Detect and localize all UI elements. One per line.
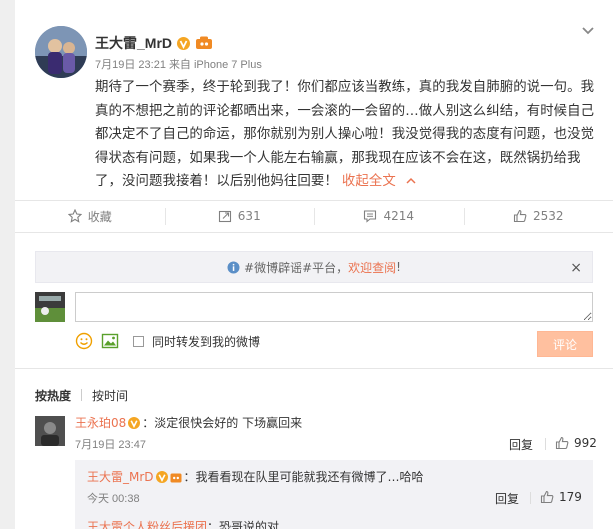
comment-like-button[interactable]: 992 [555, 436, 597, 450]
post-date[interactable]: 7月19日 23:21 [95, 59, 166, 71]
comments-divider [15, 368, 613, 369]
post-meta: 7月19日 23:21 来自 iPhone 7 Plus [95, 56, 265, 72]
notice-suffix: ! [396, 260, 401, 274]
comment-reply-button[interactable]: 回复 [509, 436, 533, 453]
reply-action-divider [530, 492, 531, 504]
collapse-fulltext-link[interactable]: 收起全文 [342, 174, 416, 189]
chevron-down-icon[interactable] [581, 24, 595, 38]
rumor-notice-bar: #微博辟谣#平台， 欢迎查阅! × [35, 251, 593, 283]
verified-v-icon[interactable] [177, 36, 191, 50]
like-button[interactable]: 2532 [463, 201, 613, 231]
avatar[interactable] [35, 26, 87, 78]
repost-icon [218, 210, 231, 223]
post-actions-bar: 收藏 631 4214 2532 [15, 201, 613, 231]
collapse-label[interactable]: 收起全文 [342, 174, 396, 189]
reply-text: ：我看看现在队里可能就我还有微博了…哈哈 [183, 470, 424, 484]
comment-icon [364, 210, 377, 223]
reply-like-button[interactable]: 179 [540, 490, 582, 504]
my-avatar [35, 292, 65, 322]
sort-divider [81, 389, 83, 401]
repost-checkbox[interactable] [133, 335, 144, 347]
reply-time: 今天 00:38 [87, 493, 140, 505]
sort-by-time-tab[interactable]: 按时间 [92, 387, 128, 404]
close-icon[interactable]: × [570, 260, 582, 276]
comment-line: 王永珀08 ：淡定很快会好的 下场赢回来 [75, 414, 302, 431]
weibo-post-card: 王大雷_MrD 7月19日 23:21 来自 iPhone 7 Plus 期待了一个… [15, 0, 613, 529]
repost-button[interactable]: 631 [164, 201, 315, 231]
compose-toolbar: 同时转发到我的微博 [75, 331, 260, 351]
submit-comment-button[interactable]: 评论 [537, 331, 593, 357]
comment-time: 7月19日 23:47 [75, 439, 146, 451]
reply-line: 王大雷_MrD ：我看看现在队里可能就我还有微博了…哈哈 [87, 468, 424, 485]
commenter-name[interactable]: 王永珀08 [75, 414, 126, 431]
thumbs-up-icon [513, 209, 527, 223]
member-badge-icon[interactable] [195, 36, 213, 50]
star-icon [67, 209, 82, 223]
repost-count: 631 [237, 209, 261, 223]
comment-button[interactable]: 4214 [314, 201, 464, 231]
notice-prefix[interactable]: #微博辟谣#平台， [244, 259, 348, 276]
thumbs-up-icon [555, 436, 569, 450]
image-icon[interactable] [101, 332, 119, 350]
post-body: 期待了一个赛季，终于轮到我了！你们都应该当教练，真的我发自肺腑的说一句。我真的不… [95, 80, 595, 190]
post-source[interactable]: iPhone 7 Plus [194, 59, 262, 71]
verified-v-icon [155, 470, 168, 483]
actions-bottom-divider [15, 232, 613, 233]
comment-input[interactable] [75, 292, 593, 322]
sort-by-hot-tab[interactable]: 按热度 [35, 387, 71, 404]
comment-text: ：淡定很快会好的 下场赢回来 [142, 416, 303, 430]
reply-thread: 王大雷_MrD ：我看看现在队里可能就我还有微博了…哈哈 今天 00:38 回复… [75, 460, 593, 529]
reply-badges [155, 470, 182, 483]
emoji-icon[interactable] [75, 332, 93, 350]
member-badge-icon [170, 473, 182, 482]
repost-checkbox-label[interactable]: 同时转发到我的微博 [152, 333, 260, 350]
next-reply-line: 王大雷个人粉丝后援团：恐哥说的对 [87, 518, 279, 529]
next-reply-text: ：恐哥说的对 [207, 520, 280, 529]
comment-like-count: 992 [574, 436, 597, 450]
post-username[interactable]: 王大雷_MrD [95, 33, 172, 53]
verified-v-icon [128, 416, 141, 429]
favorite-button[interactable]: 收藏 [15, 201, 165, 231]
info-icon [227, 261, 240, 273]
like-count: 2532 [532, 209, 564, 223]
favorite-label: 收藏 [87, 209, 112, 224]
thumbs-up-icon [540, 490, 554, 504]
reply-like-count: 179 [559, 490, 582, 504]
post-text: 期待了一个赛季，终于轮到我了！你们都应该当教练，真的我发自肺腑的说一句。我真的不… [95, 76, 605, 194]
comment-sort-tabs: 按热度 按时间 [35, 386, 128, 404]
commenter-avatar[interactable] [35, 416, 65, 446]
next-reply-author[interactable]: 王大雷个人粉丝后援团 [87, 520, 207, 529]
post-author-row: 王大雷_MrD [95, 33, 213, 53]
reply-reply-button[interactable]: 回复 [495, 490, 519, 507]
notice-link[interactable]: 欢迎查阅 [348, 259, 396, 276]
comment-action-divider [545, 438, 546, 450]
comment-count: 4214 [383, 209, 415, 223]
source-prefix: 来自 [168, 59, 191, 71]
reply-author-name[interactable]: 王大雷_MrD [87, 468, 154, 485]
chevron-up-icon[interactable] [406, 177, 416, 185]
